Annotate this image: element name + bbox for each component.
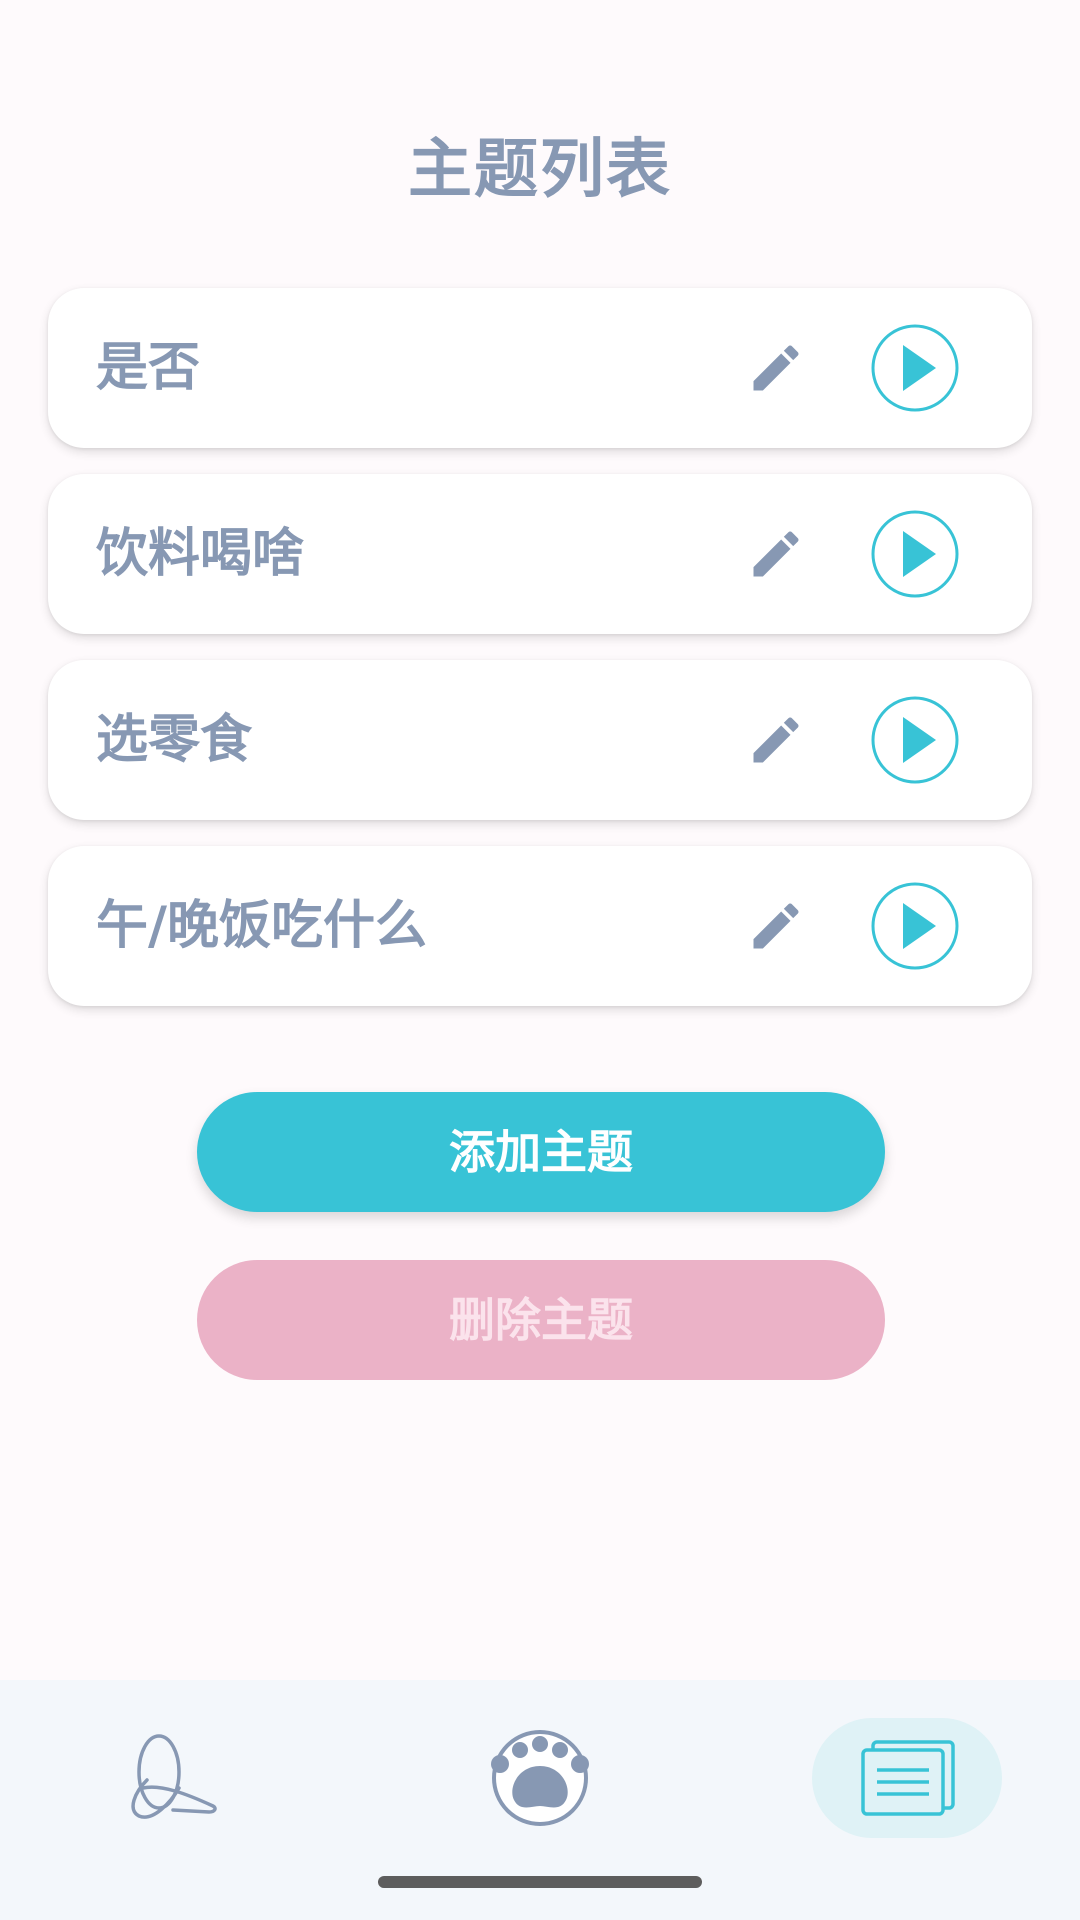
topic-card[interactable]: 选零食 bbox=[48, 660, 1032, 820]
play-button[interactable] bbox=[870, 509, 960, 599]
nav-item-knot[interactable] bbox=[77, 1718, 267, 1838]
knot-icon bbox=[131, 1734, 217, 1819]
play-button[interactable] bbox=[870, 695, 960, 785]
play-circle-icon bbox=[871, 324, 959, 412]
play-circle-icon bbox=[871, 882, 959, 970]
paw-icon bbox=[491, 1730, 589, 1826]
topic-name: 饮料喝啥 bbox=[96, 524, 305, 584]
page-title: 主题列表 bbox=[408, 133, 672, 207]
pencil-icon bbox=[753, 345, 799, 391]
home-indicator[interactable] bbox=[378, 1876, 702, 1888]
pencil-icon bbox=[753, 531, 799, 577]
edit-button[interactable] bbox=[741, 519, 811, 589]
play-circle-icon bbox=[871, 696, 959, 784]
topic-card[interactable]: 是否 bbox=[48, 288, 1032, 448]
edit-button[interactable] bbox=[741, 891, 811, 961]
delete-topic-button[interactable]: 删除主题 bbox=[197, 1260, 885, 1380]
play-circle-icon bbox=[871, 510, 959, 598]
topic-card[interactable]: 饮料喝啥 bbox=[48, 474, 1032, 634]
status-bar bbox=[0, 0, 1080, 72]
topic-card[interactable]: 午/晚饭吃什么 bbox=[48, 846, 1032, 1006]
edit-button[interactable] bbox=[741, 705, 811, 775]
play-button[interactable] bbox=[870, 323, 960, 413]
topic-name: 选零食 bbox=[96, 710, 253, 770]
edit-button[interactable] bbox=[741, 333, 811, 403]
play-button[interactable] bbox=[870, 881, 960, 971]
nav-item-topics[interactable] bbox=[812, 1718, 1002, 1838]
topic-name: 午/晚饭吃什么 bbox=[96, 896, 427, 956]
cards-icon bbox=[861, 1740, 955, 1816]
add-topic-button[interactable]: 添加主题 bbox=[197, 1092, 885, 1212]
topic-list: 是否 饮料喝啥 选零食 午/晚饭吃什么 bbox=[48, 288, 1032, 1032]
nav-item-paw[interactable] bbox=[445, 1718, 635, 1838]
topic-name: 是否 bbox=[96, 338, 201, 398]
pencil-icon bbox=[753, 903, 799, 949]
pencil-icon bbox=[753, 717, 799, 763]
